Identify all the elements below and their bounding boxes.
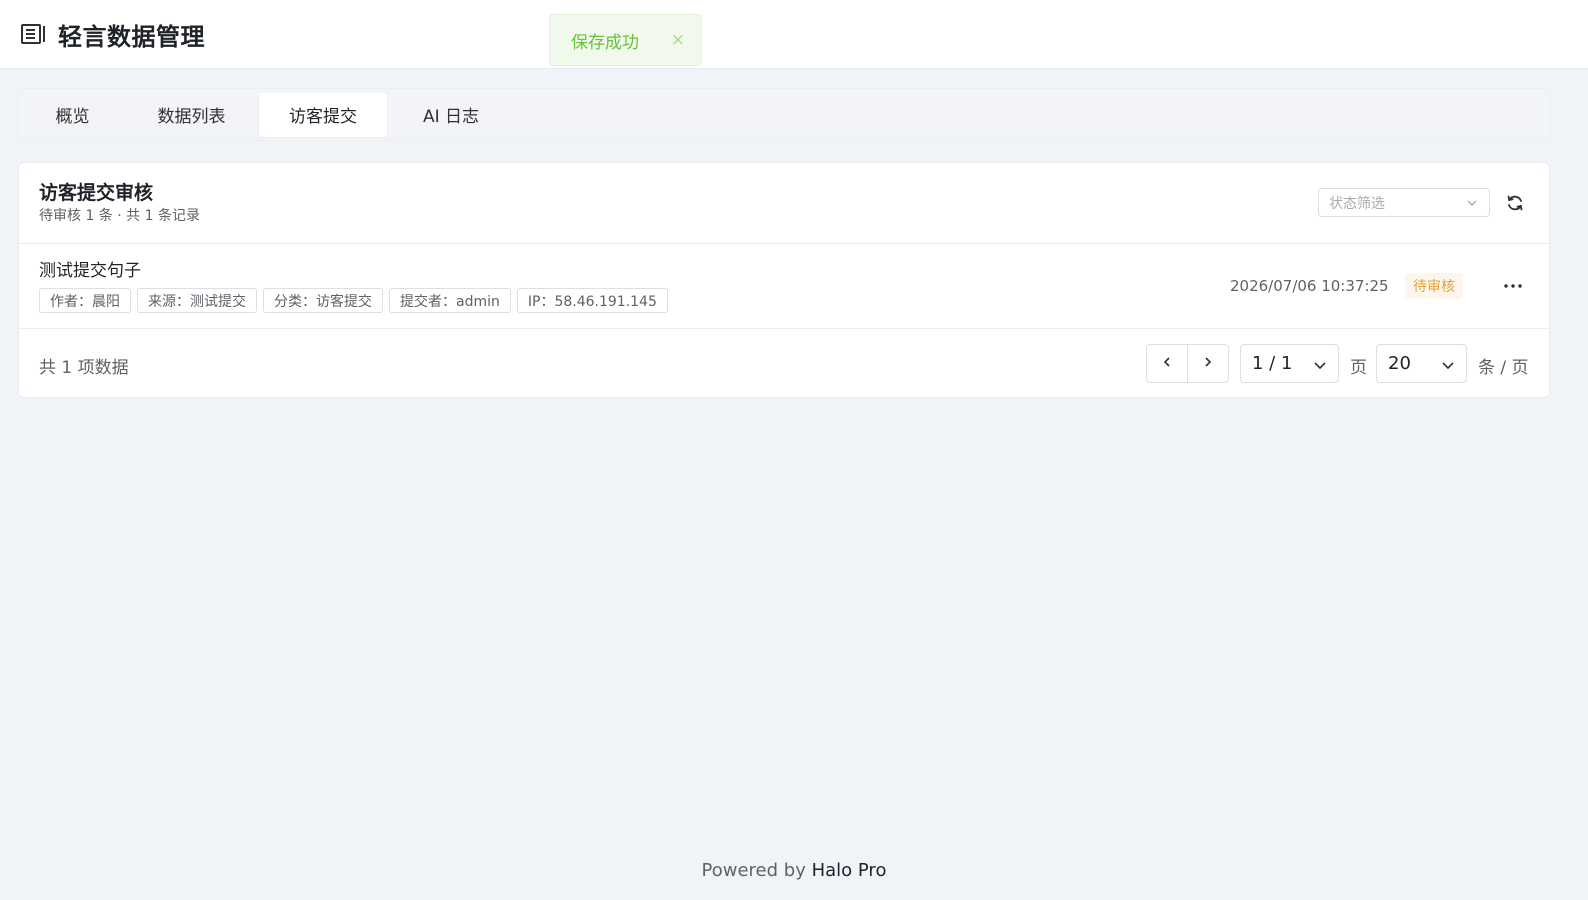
status-filter-placeholder: 状态筛选 bbox=[1329, 195, 1385, 212]
card-header: 访客提交审核 待审核 1 条 · 共 1 条记录 状态筛选 bbox=[19, 163, 1549, 244]
tag-author: 作者：晨阳 bbox=[39, 288, 131, 313]
page-size-value: 20 bbox=[1388, 353, 1411, 374]
tag-ip: IP：58.46.191.145 bbox=[516, 288, 668, 313]
app-header: 轻言数据管理 bbox=[0, 0, 1588, 69]
powered-by-footer: Powered by Halo Pro bbox=[0, 860, 1588, 881]
tag-submitter: 提交者：admin bbox=[389, 288, 511, 313]
close-icon[interactable]: × bbox=[671, 30, 685, 50]
total-count: 共 1 项数据 bbox=[39, 358, 129, 378]
tag-source: 来源：测试提交 bbox=[137, 288, 257, 313]
pagination-bar: 共 1 项数据 1 / 1 页 20 条 / 页 bbox=[19, 329, 1549, 398]
chevron-left-icon bbox=[1160, 354, 1174, 373]
tab-bar: 概览 数据列表 访客提交 AI 日志 bbox=[18, 88, 1550, 141]
chevron-down-icon bbox=[1312, 357, 1328, 373]
tag-category: 分类：访客提交 bbox=[263, 288, 383, 313]
powered-by-prefix: Powered by bbox=[701, 860, 812, 881]
prev-page-button[interactable] bbox=[1146, 344, 1188, 383]
tab-ai-logs[interactable]: AI 日志 bbox=[387, 93, 515, 137]
more-actions-icon[interactable] bbox=[1501, 274, 1525, 298]
app-title: 轻言数据管理 bbox=[58, 22, 205, 51]
chevron-right-icon bbox=[1201, 354, 1215, 373]
page-unit-label: 页 bbox=[1350, 358, 1367, 378]
submission-time: 2026/07/06 10:37:25 bbox=[1230, 277, 1389, 295]
toast-message: 保存成功 bbox=[571, 32, 639, 53]
submission-review-card: 访客提交审核 待审核 1 条 · 共 1 条记录 状态筛选 测试提交句子 作者：… bbox=[18, 162, 1550, 398]
page-size-unit-label: 条 / 页 bbox=[1478, 358, 1529, 378]
status-badge: 待审核 bbox=[1405, 273, 1463, 299]
page-size-select[interactable]: 20 bbox=[1376, 344, 1467, 383]
powered-by-brand-link[interactable]: Halo Pro bbox=[812, 860, 887, 881]
tab-visitor-submissions[interactable]: 访客提交 bbox=[259, 92, 387, 137]
chevron-down-icon bbox=[1465, 196, 1479, 210]
book-list-icon bbox=[20, 22, 48, 46]
submission-row[interactable]: 测试提交句子 作者：晨阳 来源：测试提交 分类：访客提交 提交者：admin I… bbox=[19, 244, 1549, 329]
page-select[interactable]: 1 / 1 bbox=[1240, 344, 1339, 383]
next-page-button[interactable] bbox=[1187, 344, 1229, 383]
tab-data-list[interactable]: 数据列表 bbox=[124, 93, 259, 137]
page-select-value: 1 / 1 bbox=[1252, 353, 1293, 374]
success-toast: 保存成功 × bbox=[549, 14, 702, 66]
tab-overview[interactable]: 概览 bbox=[21, 93, 124, 137]
status-filter-select[interactable]: 状态筛选 bbox=[1318, 188, 1490, 217]
chevron-down-icon bbox=[1440, 357, 1456, 373]
refresh-icon[interactable] bbox=[1505, 193, 1525, 213]
